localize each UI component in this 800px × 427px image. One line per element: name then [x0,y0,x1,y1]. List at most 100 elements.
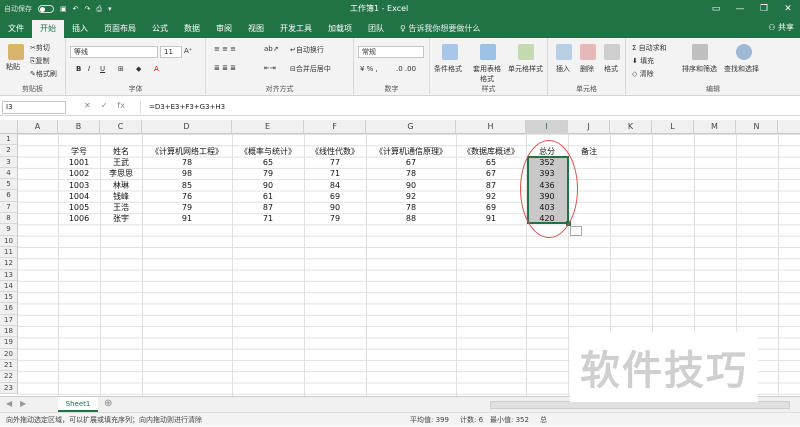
table-cell[interactable]: 69 [304,191,366,202]
ribbon-display-icon[interactable]: ▭ [704,0,728,18]
delete-button[interactable]: 删除 [580,64,594,74]
autosave-toggle[interactable] [38,5,54,13]
column-header[interactable]: I [526,120,568,134]
header-cell[interactable]: 《数据库概述》 [456,146,526,157]
table-cell[interactable]: 1006 [58,213,100,224]
table-cell[interactable]: 1005 [58,202,100,213]
table-cell[interactable]: 67 [456,168,526,179]
table-cell[interactable]: 91 [142,213,232,224]
table-cell[interactable]: 90 [366,180,456,191]
close-icon[interactable]: ✕ [776,0,800,18]
row-header[interactable]: 6 [0,190,17,202]
table-cell[interactable]: 88 [366,213,456,224]
table-cell[interactable]: 84 [304,180,366,191]
column-header[interactable]: A [18,120,58,134]
sheet-nav-left-icon[interactable]: ◀ [6,399,12,408]
align-top-icon[interactable]: ≡ ≡ ≡ [214,45,236,53]
cut-button[interactable]: ✂剪切 [30,43,50,53]
row-header[interactable]: 5 [0,179,17,191]
conditional-format-icon[interactable] [442,44,458,60]
table-cell[interactable]: 71 [304,168,366,179]
table-cell[interactable]: 1002 [58,168,100,179]
fill-button[interactable]: ⬇ 填充 [632,56,654,66]
table-cell[interactable]: 90 [304,202,366,213]
row-header[interactable]: 1 [0,134,17,146]
column-header[interactable]: N [736,120,778,134]
customize-qat-icon[interactable]: ▾ [108,5,112,13]
currency-icon[interactable]: ¥ % , [360,65,378,73]
column-header[interactable]: G [366,120,456,134]
tab-view[interactable]: 视图 [240,20,272,38]
table-cell[interactable]: 90 [232,180,304,191]
row-header[interactable]: 7 [0,202,17,214]
paste-button[interactable]: 粘贴 [6,62,20,72]
column-header[interactable]: E [232,120,304,134]
tab-review[interactable]: 审阅 [208,20,240,38]
clear-button[interactable]: ◇ 清除 [632,69,654,79]
table-cell[interactable]: 1001 [58,157,100,168]
cell-styles-icon[interactable] [518,44,534,60]
table-cell[interactable]: 张宇 [100,213,142,224]
column-header[interactable]: L [652,120,694,134]
wrap-text-button[interactable]: ↵自动换行 [290,45,324,55]
underline-button[interactable]: U [100,65,105,73]
table-cell[interactable]: 76 [142,191,232,202]
table-cell[interactable]: 65 [456,157,526,168]
enter-icon[interactable]: ✓ [101,101,108,110]
table-cell[interactable]: 78 [142,157,232,168]
delete-cells-icon[interactable] [580,44,596,60]
tab-developer[interactable]: 开发工具 [272,20,320,38]
sheet-tab[interactable]: Sheet1 [58,397,98,412]
horizontal-scrollbar[interactable] [490,401,790,409]
table-cell[interactable]: 98 [142,168,232,179]
column-header[interactable]: H [456,120,526,134]
font-color-icon[interactable]: A [154,65,159,73]
table-cell[interactable]: 钱峰 [100,191,142,202]
table-cell[interactable]: 79 [142,202,232,213]
formula-input[interactable]: =D3+E3+F3+G3+H3 [140,101,796,114]
table-cell[interactable]: 1004 [58,191,100,202]
autosum-button[interactable]: Σ 自动求和 [632,43,667,53]
sort-filter-icon[interactable] [692,44,708,60]
table-cell[interactable]: 王武 [100,157,142,168]
number-format-combo[interactable]: 常规 [358,46,424,58]
quick-analysis-icon[interactable] [570,226,582,236]
table-cell[interactable]: 79 [304,213,366,224]
decimal-icon[interactable]: .0 .00 [396,65,416,73]
table-cell[interactable]: 87 [456,180,526,191]
row-header[interactable]: 16 [0,303,17,315]
column-header[interactable]: C [100,120,142,134]
tab-addins[interactable]: 加载项 [320,20,360,38]
format-button[interactable]: 格式 [604,64,618,74]
cancel-icon[interactable]: ✕ [84,101,91,110]
table-cell[interactable]: 87 [232,202,304,213]
row-header[interactable]: 3 [0,157,17,168]
header-cell[interactable]: 《计算机通信原理》 [366,146,456,157]
header-cell[interactable]: 姓名 [100,146,142,157]
indent-icon[interactable]: ⇤⇥ [264,64,276,72]
select-all-corner[interactable] [0,120,18,134]
print-icon[interactable]: ⎙ [96,5,102,14]
find-select-icon[interactable] [736,44,752,60]
name-box[interactable]: I3 [2,101,66,114]
orientation-icon[interactable]: ab↗ [264,45,279,53]
row-header[interactable]: 14 [0,281,17,293]
minimize-icon[interactable]: — [728,0,752,18]
fill-color-icon[interactable]: ◆ [136,65,141,73]
table-cell[interactable]: 92 [456,191,526,202]
column-header[interactable]: M [694,120,736,134]
format-cells-icon[interactable] [604,44,620,60]
column-header[interactable]: D [142,120,232,134]
merge-center-button[interactable]: ⊟合并后居中 [290,64,331,74]
fx-icon[interactable]: fx [117,101,125,110]
add-sheet-icon[interactable]: ⊕ [104,398,112,409]
column-header[interactable]: F [304,120,366,134]
maximize-icon[interactable]: ❐ [752,0,776,18]
tab-formulas[interactable]: 公式 [144,20,176,38]
table-cell[interactable]: 91 [456,213,526,224]
tab-team[interactable]: 团队 [360,20,392,38]
row-header[interactable]: 15 [0,292,17,304]
bold-button[interactable]: B [76,65,81,73]
table-cell[interactable]: 61 [232,191,304,202]
align-left-icon[interactable]: ≣ ≣ ≣ [214,64,236,72]
